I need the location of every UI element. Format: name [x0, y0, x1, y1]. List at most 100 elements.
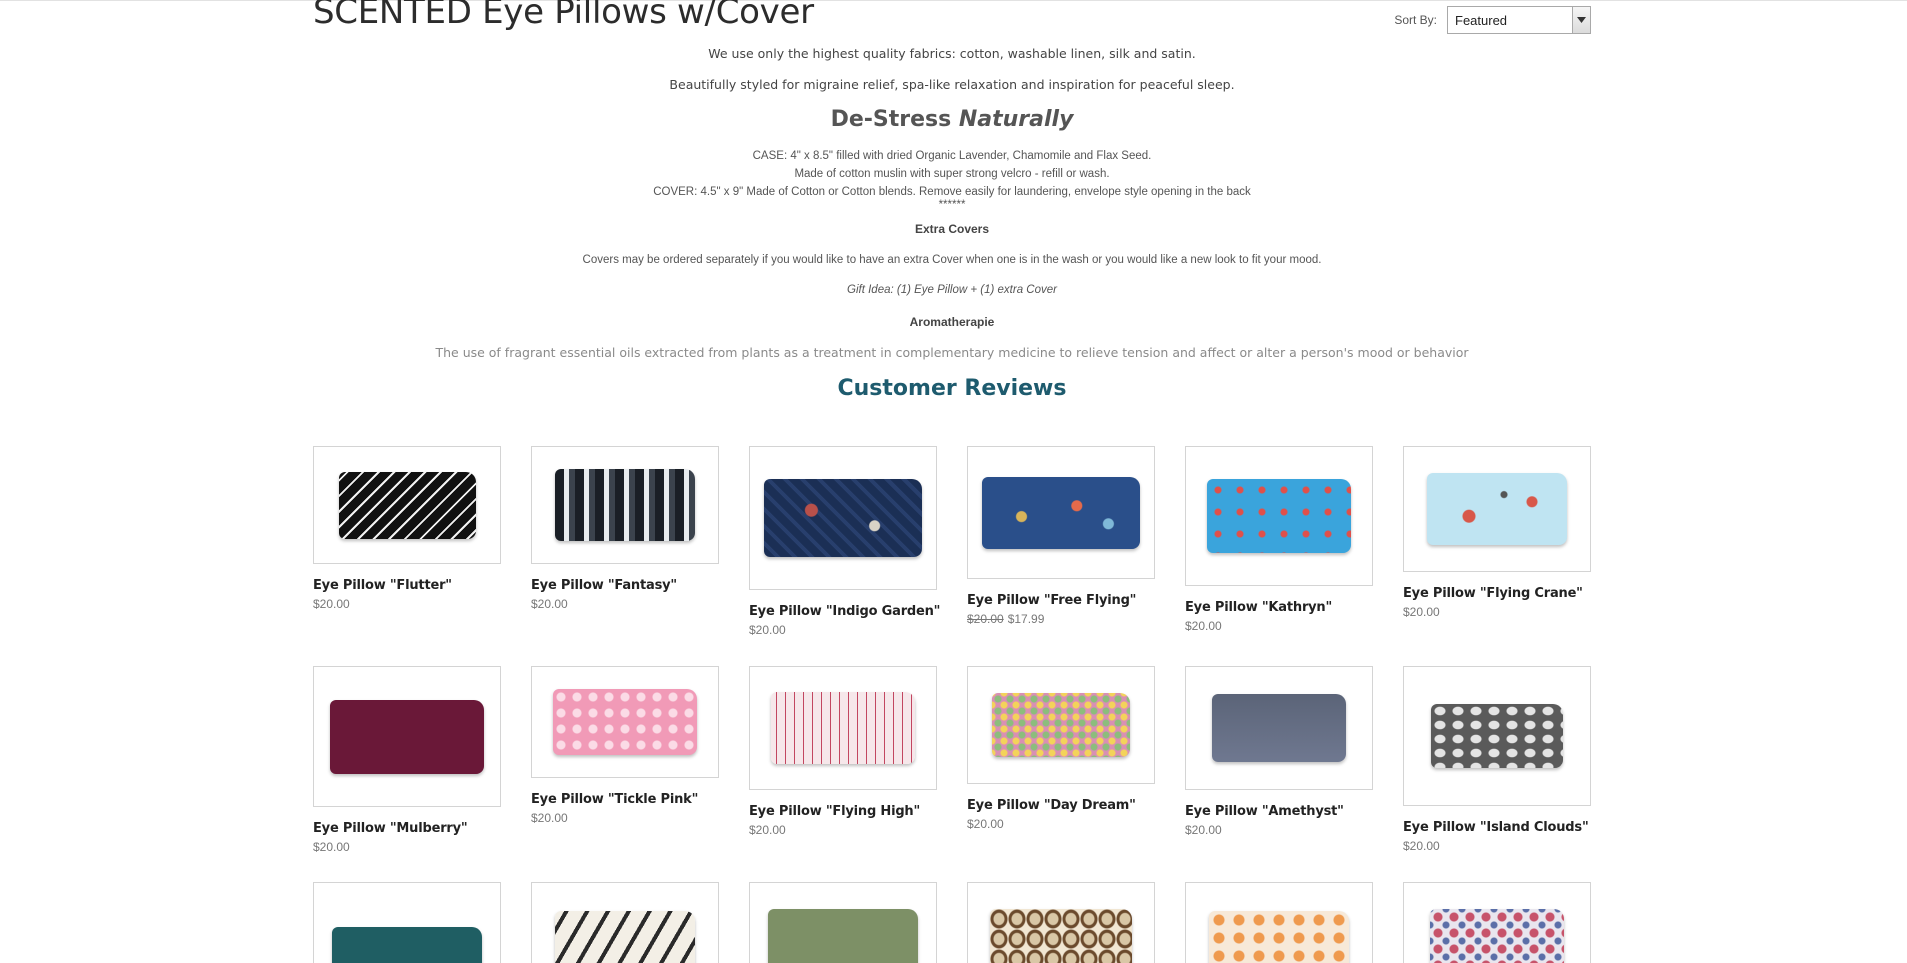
pillow-image: [990, 909, 1132, 963]
product-image[interactable]: [313, 446, 501, 564]
product-name[interactable]: Eye Pillow "Free Flying": [967, 593, 1155, 608]
product-card[interactable]: Eye Pillow "Tickle Pink" $20.00: [531, 666, 719, 825]
product-name[interactable]: Eye Pillow "Flying High": [749, 804, 937, 819]
product-image[interactable]: [531, 666, 719, 778]
chevron-down-icon[interactable]: [1572, 7, 1590, 33]
product-card[interactable]: Eye Pillow "Flying High" $20.00: [749, 666, 937, 837]
product-price: $20.00: [531, 811, 719, 825]
product-price: $20.00: [313, 840, 501, 854]
product-image[interactable]: [967, 446, 1155, 579]
product-price: $20.00: [531, 597, 719, 611]
product-card[interactable]: Eye Pillow "Mulberry" $20.00: [313, 666, 501, 854]
destress-heading: De-Stress Naturally: [313, 107, 1591, 132]
pillow-image: [1212, 694, 1346, 762]
destress-text: De-Stress: [830, 107, 959, 132]
aromatherapie-text: The use of fragrant essential oils extra…: [435, 345, 1469, 360]
product-name[interactable]: Eye Pillow "Amethyst": [1185, 804, 1373, 819]
sort-selected-value: Featured: [1455, 13, 1508, 28]
top-divider: [0, 0, 1907, 1]
product-image[interactable]: [313, 666, 501, 807]
product-card[interactable]: Eye Pillow "Indigo Garden" $20.00: [749, 446, 940, 637]
product-name[interactable]: Eye Pillow "Day Dream": [967, 798, 1155, 813]
product-card[interactable]: [1403, 882, 1591, 963]
pillow-image: [555, 911, 695, 963]
product-category-page: SCENTED Eye Pillows w/Cover Sort By: Fea…: [0, 0, 1907, 963]
product-price: $20.00: [1403, 605, 1591, 619]
pillow-image: [768, 909, 918, 963]
product-image[interactable]: [531, 882, 719, 963]
product-card[interactable]: Eye Pillow "Amethyst" $20.00: [1185, 666, 1373, 837]
product-card[interactable]: [313, 882, 501, 963]
product-price: $20.00: [749, 623, 937, 637]
sort-control: Sort By: Featured: [1394, 6, 1591, 34]
product-name[interactable]: Eye Pillow "Flutter": [313, 578, 501, 593]
aromatherapie-heading: Aromatherapie: [909, 315, 995, 329]
product-image[interactable]: [531, 446, 719, 564]
product-name[interactable]: Eye Pillow "Tickle Pink": [531, 792, 719, 807]
gift-idea: Gift Idea: (1) Eye Pillow + (1) extra Co…: [847, 284, 1057, 296]
product-image[interactable]: [967, 882, 1155, 963]
current-price: $20.00: [749, 623, 786, 637]
product-image[interactable]: [1185, 666, 1373, 790]
customer-reviews-link[interactable]: Customer Reviews: [313, 376, 1591, 401]
extra-covers-text: Covers may be ordered separately if you …: [582, 254, 1322, 266]
product-price: $20.00 $17.99: [967, 612, 1155, 626]
product-price: $20.00: [1185, 619, 1373, 633]
pillow-image: [338, 471, 476, 539]
product-name[interactable]: Eye Pillow "Kathryn": [1185, 600, 1373, 615]
product-card[interactable]: Eye Pillow "Fantasy" $20.00: [531, 446, 719, 611]
product-card[interactable]: [749, 882, 937, 963]
sort-by-select[interactable]: Featured: [1447, 6, 1591, 34]
current-price: $20.00: [531, 811, 568, 825]
product-card[interactable]: Eye Pillow "Flutter" $20.00: [313, 446, 501, 611]
pillow-image: [332, 927, 482, 963]
pillow-image: [1209, 911, 1349, 963]
product-card[interactable]: Eye Pillow "Flying Crane" $20.00: [1403, 446, 1591, 619]
current-price: $20.00: [749, 823, 786, 837]
product-image[interactable]: [1403, 666, 1591, 806]
pillow-image: [764, 479, 922, 557]
product-image[interactable]: [749, 666, 937, 790]
product-price: $20.00: [313, 597, 501, 611]
product-card[interactable]: [1185, 882, 1373, 963]
pillow-image: [1431, 704, 1563, 768]
sale-price: $17.99: [1007, 612, 1045, 626]
current-price: $20.00: [1185, 619, 1222, 633]
current-price: $20.00: [1185, 823, 1222, 837]
product-image[interactable]: [1185, 882, 1373, 963]
case-details: CASE: 4" x 8.5" filled with dried Organi…: [752, 150, 1152, 162]
product-image[interactable]: [749, 882, 937, 963]
product-price: $20.00: [967, 817, 1155, 831]
product-image[interactable]: [313, 882, 501, 963]
product-image[interactable]: [967, 666, 1155, 784]
product-card[interactable]: [531, 882, 719, 963]
current-price: $20.00: [967, 817, 1004, 831]
product-card[interactable]: Eye Pillow "Free Flying" $20.00 $17.99: [967, 446, 1155, 626]
product-image[interactable]: [1403, 882, 1591, 963]
product-name[interactable]: Eye Pillow "Mulberry": [313, 821, 501, 836]
product-name[interactable]: Eye Pillow "Island Clouds": [1403, 820, 1591, 835]
sort-label: Sort By:: [1394, 13, 1437, 27]
product-card[interactable]: Eye Pillow "Kathryn" $20.00: [1185, 446, 1373, 633]
product-price: $20.00: [1403, 839, 1591, 853]
product-image[interactable]: [1185, 446, 1373, 586]
destress-emphasis: Naturally: [958, 107, 1074, 132]
product-name[interactable]: Eye Pillow "Indigo Garden": [749, 604, 940, 619]
description-fabrics: We use only the highest quality fabrics:…: [708, 46, 1196, 61]
description-styling: Beautifully styled for migraine relief, …: [669, 77, 1235, 92]
original-price: $20.00: [967, 612, 1004, 626]
product-card[interactable]: Eye Pillow "Island Clouds" $20.00: [1403, 666, 1591, 853]
product-name[interactable]: Eye Pillow "Fantasy": [531, 578, 719, 593]
page-title: SCENTED Eye Pillows w/Cover: [313, 0, 814, 32]
pillow-image: [982, 476, 1140, 549]
product-card[interactable]: Eye Pillow "Day Dream" $20.00: [967, 666, 1155, 831]
product-name[interactable]: Eye Pillow "Flying Crane": [1403, 586, 1591, 601]
current-price: $20.00: [1403, 839, 1440, 853]
product-image[interactable]: [749, 446, 937, 590]
product-card[interactable]: [967, 882, 1155, 963]
pillow-image: [1427, 473, 1567, 545]
product-price: $20.00: [1185, 823, 1373, 837]
current-price: $20.00: [313, 840, 350, 854]
product-image[interactable]: [1403, 446, 1591, 572]
pillow-image: [771, 692, 915, 764]
